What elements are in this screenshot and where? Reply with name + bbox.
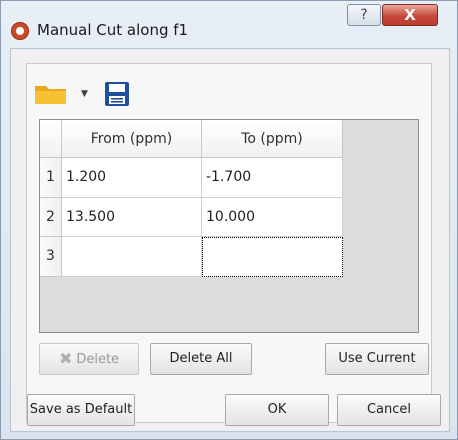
delete-button[interactable]: ✖ Delete <box>39 343 139 375</box>
row-number[interactable]: 1 <box>40 158 62 198</box>
from-cell[interactable]: 13.500 <box>62 198 202 237</box>
use-current-button[interactable]: Use Current <box>325 343 429 375</box>
help-button[interactable]: ? <box>347 4 381 26</box>
dialog-title: Manual Cut along f1 <box>37 21 189 39</box>
to-cell[interactable]: -1.700 <box>202 158 343 198</box>
row-number[interactable]: 2 <box>40 198 62 237</box>
save-as-default-button[interactable]: Save as Default <box>27 394 135 426</box>
floppy-disk-icon[interactable] <box>104 81 130 107</box>
delete-label: Delete <box>76 352 120 367</box>
folder-icon[interactable] <box>34 83 68 105</box>
to-cell[interactable]: 10.000 <box>202 198 343 237</box>
from-cell[interactable]: 1.200 <box>62 158 202 198</box>
cut-table[interactable]: From (ppm) To (ppm) 1 1.200 -1.700 2 13.… <box>39 119 419 333</box>
to-cell-focused[interactable] <box>202 237 343 277</box>
cancel-button[interactable]: Cancel <box>337 394 441 426</box>
row-number[interactable]: 3 <box>40 237 62 277</box>
delete-x-icon: ✖ <box>58 349 73 368</box>
app-logo-icon <box>11 22 29 40</box>
ok-button[interactable]: OK <box>225 394 329 426</box>
close-button[interactable]: X <box>382 4 438 26</box>
from-cell[interactable] <box>62 237 202 277</box>
title-bar[interactable]: Manual Cut along f1 ? X <box>1 1 457 47</box>
delete-all-button[interactable]: Delete All <box>150 343 252 375</box>
column-header-from[interactable]: From (ppm) <box>62 120 202 158</box>
dialog-window: Manual Cut along f1 ? X ▼ From (ppm) To … <box>0 0 458 440</box>
column-header-to[interactable]: To (ppm) <box>202 120 343 158</box>
chevron-down-icon[interactable]: ▼ <box>81 89 88 99</box>
corner-header <box>40 120 62 158</box>
